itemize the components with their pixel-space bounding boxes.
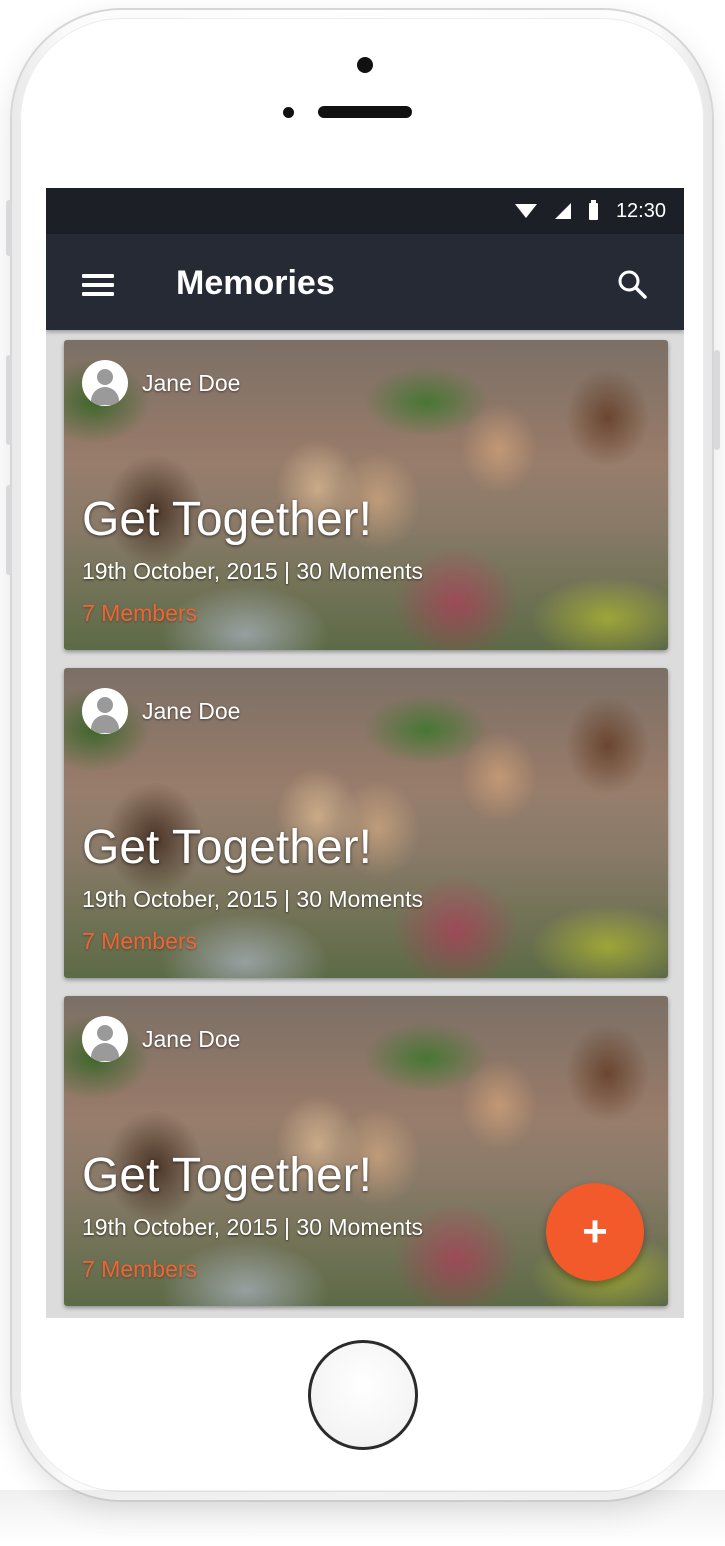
- volume-up-button: [6, 355, 12, 445]
- phone-screen: 12:30 Memories Jane Doe Get Together! 19…: [46, 188, 684, 1318]
- card-members[interactable]: 7 Members: [82, 1256, 197, 1283]
- battery-icon: [588, 199, 598, 220]
- user-avatar-icon[interactable]: [82, 688, 128, 734]
- status-time: 12:30: [615, 199, 666, 222]
- memories-feed: Jane Doe Get Together! 19th October, 201…: [46, 330, 684, 1306]
- card-title: Get Together!: [82, 493, 372, 546]
- proximity-sensor: [283, 107, 294, 118]
- plus-icon: +: [582, 1207, 608, 1256]
- app-bar: Memories: [46, 234, 684, 330]
- card-title: Get Together!: [82, 1149, 372, 1202]
- user-avatar-icon[interactable]: [82, 1016, 128, 1062]
- status-bar: 12:30: [46, 188, 684, 234]
- card-title: Get Together!: [82, 821, 372, 874]
- signal-icon: [554, 203, 571, 219]
- wifi-icon: [514, 204, 537, 218]
- floor-shadow: [0, 1490, 725, 1546]
- earpiece-speaker: [318, 106, 412, 118]
- home-button[interactable]: [308, 1340, 418, 1450]
- memory-card[interactable]: Jane Doe Get Together! 19th October, 201…: [64, 340, 668, 650]
- user-avatar-icon[interactable]: [82, 360, 128, 406]
- page-title: Memories: [176, 264, 335, 302]
- memory-card[interactable]: Jane Doe Get Together! 19th October, 201…: [64, 668, 668, 978]
- search-icon[interactable]: [616, 268, 648, 300]
- card-meta: 19th October, 2015 | 30 Moments: [82, 558, 423, 584]
- hamburger-menu-icon[interactable]: [82, 274, 114, 296]
- volume-down-button: [6, 485, 12, 575]
- power-button: [714, 350, 720, 450]
- card-author[interactable]: Jane Doe: [142, 1026, 240, 1053]
- card-meta: 19th October, 2015 | 30 Moments: [82, 1214, 423, 1240]
- mute-switch: [6, 200, 12, 256]
- card-members[interactable]: 7 Members: [82, 928, 197, 955]
- card-author[interactable]: Jane Doe: [142, 370, 240, 397]
- card-members[interactable]: 7 Members: [82, 600, 197, 627]
- card-author[interactable]: Jane Doe: [142, 698, 240, 725]
- add-memory-button[interactable]: +: [546, 1183, 644, 1281]
- front-camera: [357, 57, 373, 73]
- card-meta: 19th October, 2015 | 30 Moments: [82, 886, 423, 912]
